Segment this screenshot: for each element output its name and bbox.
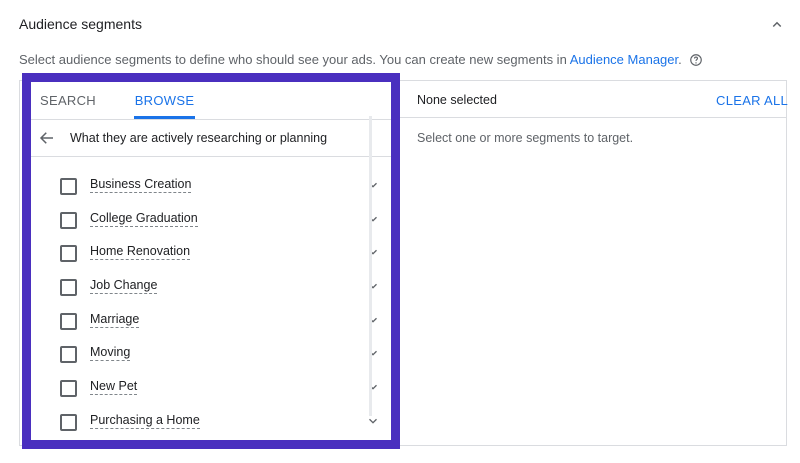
list-item[interactable]: College Graduation xyxy=(31,203,391,237)
tab-search[interactable]: SEARCH xyxy=(40,82,96,119)
list-item[interactable]: Business Creation xyxy=(31,169,391,203)
segment-label: Job Change xyxy=(90,278,158,295)
segment-checkbox[interactable] xyxy=(60,211,77,229)
audience-manager-link[interactable]: Audience Manager xyxy=(570,52,678,67)
segment-list: Business Creation College Graduation Hom… xyxy=(31,169,391,439)
segment-checkbox[interactable] xyxy=(60,178,77,195)
segment-label: College Graduation xyxy=(90,210,198,227)
segment-checkbox[interactable] xyxy=(60,279,77,297)
list-item[interactable]: Home Renovation xyxy=(31,236,391,270)
chevron-up-icon[interactable] xyxy=(768,16,786,34)
selection-empty-message: Select one or more segments to target. xyxy=(417,131,634,145)
category-title: What they are actively researching or pl… xyxy=(70,131,328,145)
segment-checkbox[interactable] xyxy=(60,380,77,398)
clear-all-button[interactable]: CLEAR ALL xyxy=(716,93,788,108)
description-text: Select audience segments to define who s… xyxy=(19,52,703,67)
selection-divider xyxy=(400,117,786,118)
help-circle-icon[interactable] xyxy=(689,53,703,67)
segment-label: Marriage xyxy=(90,311,140,328)
browse-panel: SEARCH BROWSE What they are actively res… xyxy=(22,73,400,449)
selection-status: None selected xyxy=(417,93,497,107)
segment-checkbox[interactable] xyxy=(60,413,77,431)
audience-segments-title: Audience segments xyxy=(19,16,142,32)
segment-label: Business Creation xyxy=(90,177,192,193)
tab-browse[interactable]: BROWSE xyxy=(134,82,195,119)
segment-label: New Pet xyxy=(90,379,138,396)
list-item[interactable]: Purchasing a Home xyxy=(31,405,391,439)
segment-label: Home Renovation xyxy=(90,244,191,261)
category-breadcrumb: What they are actively researching or pl… xyxy=(31,120,391,157)
arrow-back-icon[interactable] xyxy=(38,129,56,147)
segment-checkbox[interactable] xyxy=(60,245,77,263)
description-prefix: Select audience segments to define who s… xyxy=(19,52,570,67)
segment-label: Moving xyxy=(90,345,131,362)
list-item[interactable]: Moving xyxy=(31,337,391,371)
segment-checkbox[interactable] xyxy=(60,346,77,364)
list-scrollbar[interactable] xyxy=(369,116,372,416)
list-item[interactable]: Job Change xyxy=(31,270,391,304)
segment-checkbox[interactable] xyxy=(60,312,77,330)
list-item[interactable]: New Pet xyxy=(31,371,391,405)
active-tab-indicator xyxy=(134,116,195,119)
list-item[interactable]: Marriage xyxy=(31,304,391,338)
tab-bar: SEARCH BROWSE xyxy=(31,82,391,120)
segment-label: Purchasing a Home xyxy=(90,412,200,429)
description-suffix: . xyxy=(678,52,682,67)
